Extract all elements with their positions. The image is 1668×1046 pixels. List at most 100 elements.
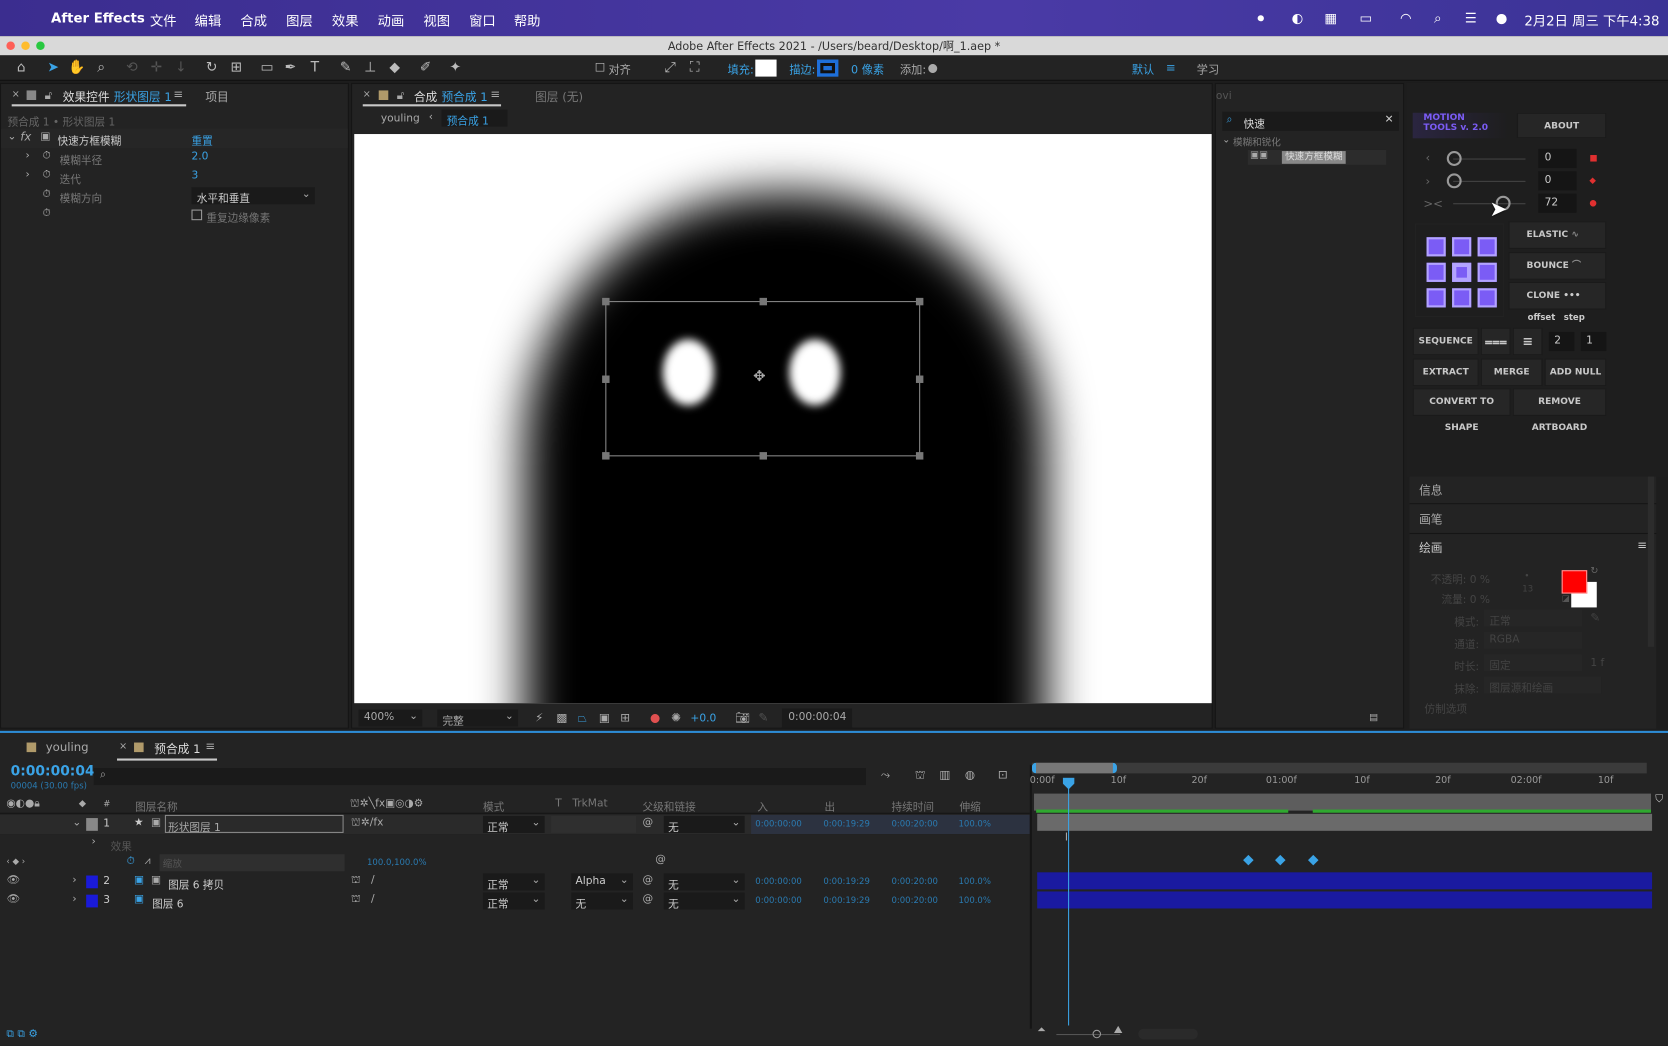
layer-in[interactable]: 0:00:00:00 <box>755 896 802 906</box>
panel-menu-icon[interactable]: ≡ <box>173 87 183 101</box>
extract-button[interactable]: EXTRACT <box>1412 358 1479 387</box>
panel-menu-icon[interactable]: ≡ <box>1637 538 1647 552</box>
prop-value[interactable]: 3 <box>191 170 198 182</box>
timeline-zoom-slider[interactable]: ⏶ ⛰ <box>1037 1024 1198 1042</box>
timeline-bottom-toggles[interactable]: ⧉ ⧉ ⚙ <box>6 1029 37 1041</box>
erase-dropdown[interactable]: 图层源和绘画 <box>1484 676 1602 695</box>
layer-row-2[interactable]: 👁︎ › 2 ▣ ▣ 图层 6 拷贝 ⛫ / 正常 ⌄ Alpha ⌄ @ 无 ⌄ 0… <box>0 872 1030 891</box>
crumb-current[interactable]: 预合成 1 <box>441 109 508 128</box>
column-duration[interactable]: 持续时间 <box>891 798 934 814</box>
menu-help[interactable]: 帮助 <box>514 10 541 30</box>
opacity-field[interactable]: 不透明: 0 % <box>1431 570 1490 586</box>
eyedropper-icon[interactable]: ✎ <box>1590 611 1600 625</box>
layer-bar-1[interactable] <box>1037 813 1653 831</box>
scale-value[interactable]: 100.0,100.0% <box>367 857 427 867</box>
effect-row-fast-box-blur[interactable]: ⌄ fx ▣ 快速方框模糊 重置 <box>1 128 348 148</box>
siri-icon[interactable]: ● <box>1496 10 1508 26</box>
close-panel-icon[interactable]: × <box>12 89 20 100</box>
stopwatch-icon[interactable]: ⏱ <box>43 188 51 200</box>
effect-category[interactable]: 模糊和锐化 <box>1233 135 1281 149</box>
selection-tool-icon[interactable]: ➤ <box>45 60 62 77</box>
resolution-dropdown[interactable]: 完整 ⌄ <box>437 709 519 728</box>
zoom-slider-track[interactable] <box>1056 1034 1121 1036</box>
column-out[interactable]: 出 <box>824 798 835 814</box>
current-time-display[interactable]: 0:00:00:04 <box>781 708 853 728</box>
remove-artboard-button[interactable]: REMOVE ARTBOARD <box>1512 388 1607 433</box>
exposure-reset-icon[interactable]: ✺ <box>671 711 681 725</box>
close-tab-icon[interactable]: × <box>119 741 127 752</box>
layer-trkmat-dropdown[interactable]: 无 ⌄ <box>571 892 633 911</box>
keyframe-ease-out-icon[interactable]: ◆ <box>1589 176 1596 186</box>
anchor-point-icon[interactable]: ✥ <box>753 368 765 385</box>
column-t[interactable]: T <box>555 798 561 810</box>
column-parent[interactable]: 父级和链接 <box>643 798 696 814</box>
keyframe-ease-both-icon[interactable]: ● <box>1589 198 1596 208</box>
layer-stretch[interactable]: 100.0% <box>958 896 990 906</box>
ease-in-slider-track[interactable] <box>1453 158 1526 160</box>
app-status-icon[interactable]: ◐ <box>1291 10 1303 26</box>
eraser-tool-icon[interactable]: ◆ <box>386 60 403 77</box>
timeline-tab-youling[interactable]: youling <box>46 740 89 754</box>
workspace-default[interactable]: 默认 <box>1132 62 1154 78</box>
menu-composition[interactable]: 合成 <box>240 10 267 30</box>
pan-tool-icon[interactable]: ✛ <box>148 60 165 77</box>
default-colors-icon[interactable]: ◪ <box>1562 594 1570 604</box>
composition-viewer[interactable]: ✥ <box>354 134 1212 704</box>
timeline-search-input[interactable]: ⌕ <box>93 768 866 786</box>
layer-bar-3[interactable] <box>1037 891 1653 909</box>
menu-animation[interactable]: 动画 <box>378 10 405 30</box>
zoom-tool-icon[interactable]: ⌕ <box>93 60 110 77</box>
stopwatch-icon[interactable]: ⏱ <box>43 169 51 181</box>
spotlight-icon[interactable]: ⌕ <box>1434 10 1441 27</box>
menu-edit[interactable]: 编辑 <box>195 10 222 30</box>
transform-handle[interactable] <box>759 297 767 306</box>
layer-label-color[interactable] <box>86 875 98 889</box>
input-method-icon[interactable]: ▦ <box>1324 10 1337 26</box>
layer-label-color[interactable] <box>86 894 98 908</box>
scale-property-row[interactable]: ‹ ◆ › ⏱ ⩘ 缩放 100.0,100.0% @ <box>0 853 1030 872</box>
orbit-tool-icon[interactable]: ⟲ <box>123 60 140 77</box>
anchor-bottom-left[interactable] <box>1426 288 1446 308</box>
panel-menu-icon[interactable]: ≡ <box>490 87 500 101</box>
chevron-down-icon[interactable]: ⌄ <box>72 817 81 829</box>
layer-duration[interactable]: 0:00:20:00 <box>891 877 938 887</box>
rotate-tool-icon[interactable]: ↻ <box>203 60 220 77</box>
swap-colors-icon[interactable]: ↻ <box>1590 566 1598 577</box>
anchor-bottom-right[interactable] <box>1477 288 1497 308</box>
layer-row-3[interactable]: 👁︎ › 3 ▣ 图层 6 ⛫ / 正常 ⌄ 无 ⌄ @ 无 ⌄ 0:00:00:00… <box>0 891 1030 911</box>
anchor-middle-right[interactable] <box>1477 262 1497 282</box>
brush-panel-header[interactable]: 画笔 <box>1409 506 1657 535</box>
anchor-bottom-center[interactable] <box>1452 288 1472 308</box>
panel-tab-truncated[interactable]: ovi <box>1216 90 1232 102</box>
layer-trkmat-dropdown[interactable]: Alpha ⌄ <box>571 873 633 891</box>
align-checkbox[interactable]: ☐ <box>591 60 608 77</box>
transform-handle[interactable] <box>915 452 924 460</box>
sequence-layers-icon[interactable]: ⩶ <box>1480 327 1511 356</box>
channel-dropdown[interactable]: RGBA <box>1484 631 1582 649</box>
timeline-tab-precomp[interactable]: 预合成 1 <box>154 740 200 757</box>
panel-scrollbar[interactable] <box>1647 476 1655 647</box>
column-stretch[interactable]: 伸缩 <box>960 798 981 814</box>
rectangle-tool-icon[interactable]: ▭ <box>259 60 276 77</box>
tab-composition[interactable]: 合成 <box>414 88 437 105</box>
clear-search-icon[interactable]: ✕ <box>1385 114 1394 126</box>
stroke-width[interactable]: 0 像素 <box>851 62 884 78</box>
pick-whip-icon[interactable]: @ <box>643 874 654 886</box>
clone-stamp-tool-icon[interactable]: ⊥ <box>362 60 379 77</box>
menu-effect[interactable]: 效果 <box>332 10 359 30</box>
type-tool-icon[interactable]: T <box>306 60 323 77</box>
ease-out-input[interactable]: 0 <box>1538 171 1577 191</box>
transform-handle[interactable] <box>759 452 767 460</box>
ease-out-slider-track[interactable] <box>1453 180 1526 182</box>
chevron-right-icon[interactable]: › <box>72 874 76 886</box>
sequence-stagger-icon[interactable]: ≡ <box>1512 327 1543 356</box>
ease-out-slider-knob[interactable] <box>1446 173 1462 189</box>
tab-layer[interactable]: 图层 (无) <box>535 88 583 105</box>
transform-handle[interactable] <box>602 452 610 460</box>
snap-frame-icon[interactable]: ⛶ <box>686 60 703 77</box>
channel-icon[interactable]: ● <box>650 711 660 725</box>
control-center-icon[interactable]: ☰ <box>1465 10 1477 26</box>
keyframe-navigator[interactable]: ‹ ◆ › <box>6 856 25 866</box>
graph-icon[interactable]: ⩘ <box>145 855 151 867</box>
layer-switches[interactable]: ⛫✲/fx <box>351 817 383 831</box>
